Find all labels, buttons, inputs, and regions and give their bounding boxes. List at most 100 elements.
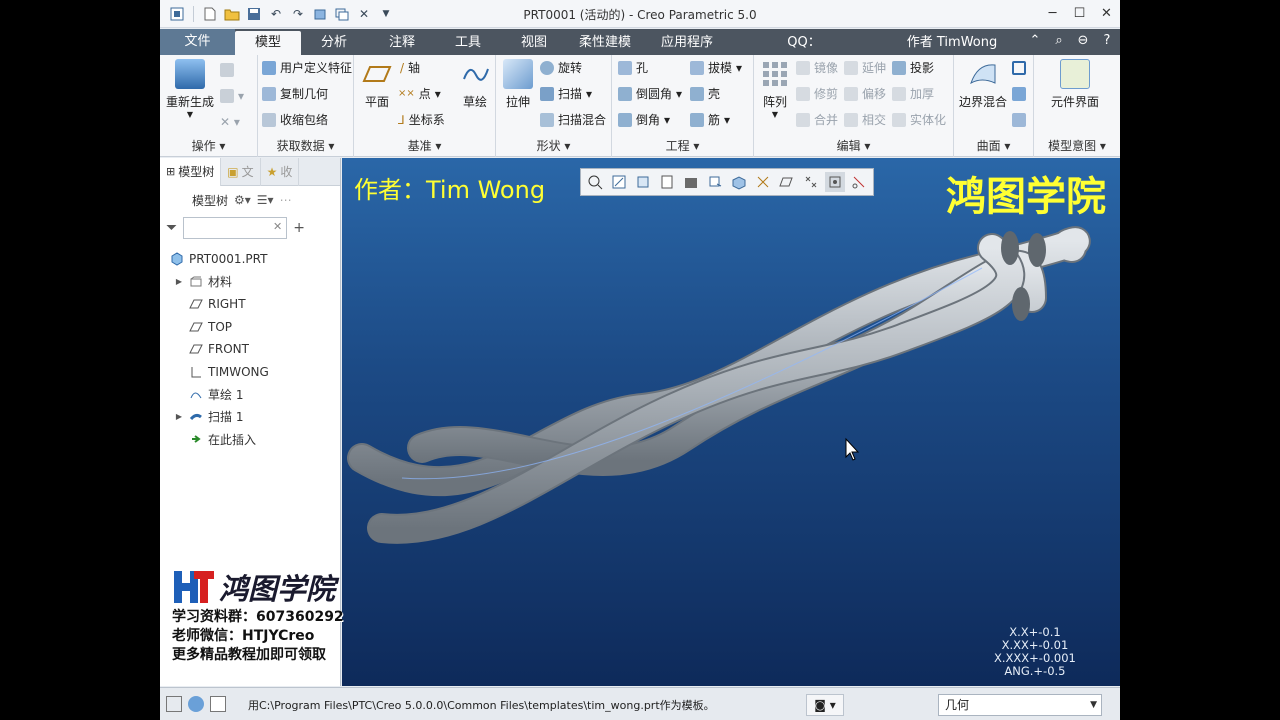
group-datum-label: 基准 ▾	[407, 139, 442, 153]
filter-icon[interactable]: ⏷	[166, 220, 177, 236]
merge-button[interactable]: 合并	[796, 109, 838, 131]
tree-columns-icon[interactable]: ☰▾	[257, 193, 274, 207]
tab-model[interactable]: 模型	[235, 31, 301, 55]
shrinkwrap-button[interactable]: 收缩包络	[262, 109, 328, 131]
community-icon[interactable]: ⊖	[1074, 32, 1092, 50]
tree-search-input[interactable]: ✕	[183, 217, 288, 239]
display-style-icon[interactable]	[681, 172, 701, 192]
round-button[interactable]: 倒圆角 ▾	[618, 83, 682, 105]
tab-analysis[interactable]: 分析	[303, 31, 365, 55]
points-display-icon[interactable]	[801, 172, 821, 192]
graphics-toolbar	[580, 168, 874, 196]
expand-arrow-icon[interactable]: ▶	[174, 412, 184, 421]
project-button[interactable]: 投影	[892, 57, 934, 79]
shell-button[interactable]: 壳	[690, 83, 720, 105]
zoom-out-icon[interactable]	[633, 172, 653, 192]
help-icon[interactable]: ?	[1098, 32, 1116, 50]
tab-tools[interactable]: 工具	[437, 31, 499, 55]
selection-filter-select[interactable]: 几何 ▼	[938, 694, 1102, 716]
tab-view[interactable]: 视图	[503, 31, 565, 55]
copy-icon[interactable]	[220, 59, 234, 81]
clear-search-icon[interactable]: ✕	[273, 220, 282, 233]
tab-file[interactable]: 文件	[160, 29, 235, 55]
revolve-button[interactable]: 旋转	[540, 57, 582, 79]
pattern-button[interactable]: 阵列 ▼	[758, 59, 792, 119]
full-screen-icon[interactable]	[210, 696, 226, 712]
browser-toggle-icon[interactable]	[188, 696, 204, 712]
tab-folder-browser[interactable]: ▣ 文	[221, 158, 261, 186]
graphics-viewport[interactable]: 作者：Tim Wong 鸿图学院 X.X+-0.1 X.XX+-0.01 X.X…	[342, 158, 1120, 686]
tree-node[interactable]: PRT0001.PRT	[160, 248, 340, 271]
tree-node[interactable]: ▶ 材料	[160, 271, 340, 294]
spin-center-icon[interactable]	[825, 172, 845, 192]
regenerate-button[interactable]: 重新生成 ▼	[164, 59, 216, 119]
copy-geometry-button[interactable]: 复制几何	[262, 83, 328, 105]
search-icon[interactable]: ⌕	[1050, 32, 1068, 50]
boundary-blend-button[interactable]: 边界混合	[956, 59, 1010, 110]
expand-arrow-icon[interactable]: ▶	[174, 277, 184, 286]
axis-button[interactable]: / 轴	[400, 57, 420, 79]
point-button[interactable]: ×× 点 ▾	[398, 83, 441, 105]
close-icon[interactable]: ✕	[1093, 0, 1120, 26]
find-button[interactable]: ◙ ▾	[806, 694, 844, 716]
udf-button[interactable]: 用户定义特征	[262, 57, 352, 79]
mirror-button[interactable]: 镜像	[796, 57, 838, 79]
fill-surface-icon[interactable]	[1012, 57, 1026, 79]
refit-icon[interactable]	[585, 172, 605, 192]
intersect-button[interactable]: 相交	[844, 109, 886, 131]
tab-applications[interactable]: 应用程序	[640, 31, 734, 55]
collapse-ribbon-icon[interactable]: ⌃	[1026, 32, 1044, 50]
sweep-blend-button[interactable]: 扫描混合	[540, 109, 606, 131]
chamfer-button[interactable]: 倒角 ▾	[618, 109, 670, 131]
twisted-sweep-model[interactable]	[342, 158, 1120, 686]
repaint-icon[interactable]	[657, 172, 677, 192]
saved-orientations-icon[interactable]	[705, 172, 725, 192]
delete-icon[interactable]: ✕ ▾	[220, 111, 240, 133]
perspective-icon[interactable]	[753, 172, 773, 192]
tab-annotate[interactable]: 注释	[371, 31, 433, 55]
offset-button[interactable]: 偏移	[844, 83, 886, 105]
rib-button[interactable]: 筋 ▾	[690, 109, 730, 131]
tree-filter-options-icon[interactable]: ⋯	[280, 193, 292, 207]
tree-node[interactable]: FRONT	[160, 338, 340, 361]
hole-button[interactable]: 孔	[618, 57, 648, 79]
tab-flexible-modeling[interactable]: 柔性建模	[565, 31, 645, 55]
maximize-icon[interactable]: ☐	[1066, 0, 1093, 26]
annotation-display-icon[interactable]	[849, 172, 869, 192]
style-surface-icon[interactable]	[1012, 83, 1026, 105]
trim-button[interactable]: 修剪	[796, 83, 838, 105]
promo-overlay: 鸿图学院 学习资料群：607360292 老师微信：HTJYCreo 更多精品教…	[172, 566, 362, 665]
solidify-button[interactable]: 实体化	[892, 109, 946, 131]
tree-node[interactable]: ▶ 扫描 1	[160, 406, 340, 429]
sketch-button[interactable]: 草绘	[458, 59, 492, 110]
draft-button[interactable]: 拔模 ▾	[690, 57, 742, 79]
tab-favorites[interactable]: ★ 收	[261, 158, 300, 186]
paste-icon[interactable]: ▾	[220, 85, 244, 107]
datum-plane-icon	[189, 342, 203, 356]
thicken-button[interactable]: 加厚	[892, 83, 934, 105]
tab-qq[interactable]: QQ：2286170906	[734, 31, 874, 74]
tree-settings-icon[interactable]: ⚙▾	[234, 193, 251, 207]
zoom-in-icon[interactable]	[609, 172, 629, 192]
freestyle-icon[interactable]	[1012, 109, 1026, 131]
tree-node[interactable]: 草绘 1	[160, 383, 340, 406]
tree-node[interactable]: 在此插入	[160, 428, 340, 451]
datum-display-icon[interactable]	[777, 172, 797, 192]
navigator-toggle-icon[interactable]	[166, 696, 182, 712]
author-watermark: 作者：Tim Wong	[354, 176, 546, 204]
minimize-icon[interactable]: ─	[1039, 0, 1066, 26]
add-column-icon[interactable]: +	[293, 220, 305, 236]
tree-node[interactable]: TOP	[160, 316, 340, 339]
component-interface-button[interactable]: 元件界面	[1040, 59, 1110, 110]
extend-button[interactable]: 延伸	[844, 57, 886, 79]
tab-author[interactable]: 作者 TimWong	[892, 31, 1012, 55]
sweep-button[interactable]: 扫描 ▾	[540, 83, 592, 105]
tab-model-tree[interactable]: ⊞ 模型树	[160, 158, 222, 186]
plane-button[interactable]: 平面	[360, 59, 394, 110]
tree-node[interactable]: TIMWONG	[160, 361, 340, 384]
tree-node[interactable]: RIGHT	[160, 293, 340, 316]
view-manager-icon[interactable]	[729, 172, 749, 192]
model-tree-icon: ⊞	[166, 165, 176, 178]
csys-button[interactable]: ⅃ 坐标系	[398, 109, 445, 131]
extrude-button[interactable]: 拉伸	[500, 59, 536, 110]
